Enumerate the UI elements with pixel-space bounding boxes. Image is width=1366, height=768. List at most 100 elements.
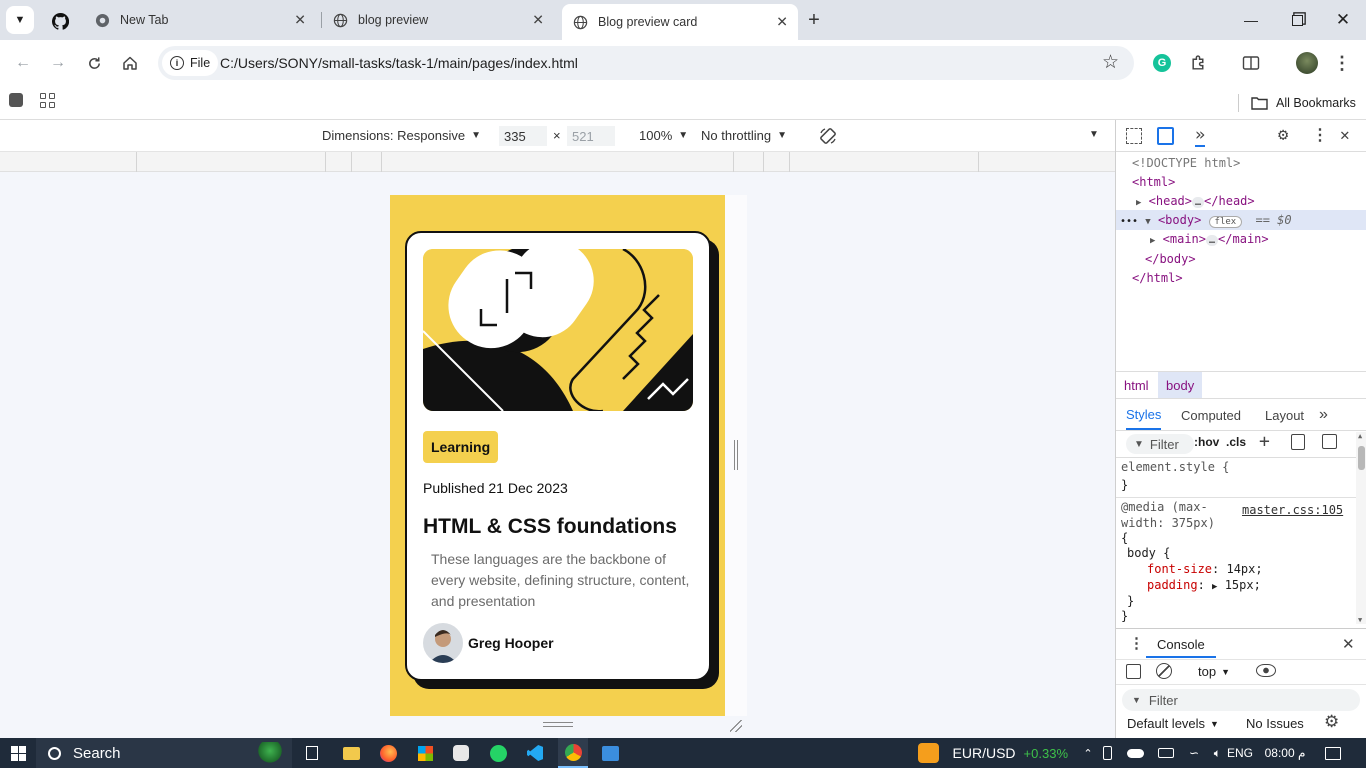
add-rule-icon[interactable]: + xyxy=(1259,431,1270,452)
tray-icons[interactable]: ∽ 🔈︎ xyxy=(1103,738,1221,768)
css-selector-body[interactable]: body { xyxy=(1127,546,1170,560)
profile-button[interactable] xyxy=(1292,48,1322,78)
restore-button[interactable] xyxy=(1274,0,1320,40)
dom-head-node[interactable]: ▶ <head>… </head> xyxy=(1136,194,1255,208)
tab-search-button[interactable]: ▼ xyxy=(6,6,34,34)
site-info-chip[interactable]: i File xyxy=(162,50,219,76)
sidebar-toggle-icon[interactable] xyxy=(1322,434,1337,449)
address-bar[interactable]: i File C:/Users/SONY/small-tasks/task-1/… xyxy=(158,46,1134,80)
device-more-options-icon[interactable]: ▼ xyxy=(1089,129,1099,140)
tab-styles[interactable]: Styles xyxy=(1126,400,1162,430)
scrollbar-thumb[interactable] xyxy=(1358,446,1365,470)
log-levels-select[interactable]: Default levels ▼ xyxy=(1127,716,1219,731)
show-hidden-icons-button[interactable]: ⌃ xyxy=(1078,738,1098,768)
collapse-triangle-icon[interactable]: ▼ xyxy=(1145,217,1150,227)
breadcrumb-body[interactable]: body xyxy=(1158,372,1203,398)
reload-button[interactable] xyxy=(79,48,109,78)
menu-button[interactable]: ⋮ xyxy=(1327,48,1357,78)
cls-toggle[interactable]: .cls xyxy=(1226,435,1246,449)
dom-html-close[interactable]: </html> xyxy=(1132,271,1183,285)
close-drawer-icon[interactable]: ✕ xyxy=(1342,635,1355,653)
dom-html-open[interactable]: <html> xyxy=(1132,175,1175,189)
ruler-mark[interactable] xyxy=(325,152,326,172)
styles-filter-input[interactable]: ▼ Filter xyxy=(1126,434,1194,454)
device-toggle-icon[interactable] xyxy=(1157,127,1174,145)
expand-triangle-icon[interactable]: ▶ xyxy=(1212,582,1217,592)
tab-layout[interactable]: Layout xyxy=(1265,400,1304,430)
node-actions-icon[interactable]: ••• xyxy=(1120,216,1138,227)
height-resize-handle[interactable] xyxy=(543,722,573,727)
notifications-button[interactable] xyxy=(1318,738,1348,768)
ruler-mark[interactable] xyxy=(136,152,137,172)
clock[interactable]: 08:00 م xyxy=(1260,738,1310,768)
card-title[interactable]: HTML & CSS foundations xyxy=(423,515,677,539)
paint-brush-icon[interactable] xyxy=(1291,434,1305,450)
weather-ticker-widget[interactable]: EUR/USD +0.33% xyxy=(918,738,1068,768)
clear-console-icon[interactable] xyxy=(1156,663,1172,679)
dimensions-select[interactable]: Dimensions: Responsive ▼ xyxy=(322,128,481,143)
context-select[interactable]: top ▼ xyxy=(1198,664,1230,679)
tab-computed[interactable]: Computed xyxy=(1181,400,1241,430)
gear-icon[interactable]: ⚙ xyxy=(1278,125,1288,145)
tab-new-tab[interactable]: New Tab ✕ xyxy=(84,4,316,36)
source-link[interactable]: master.css:105 xyxy=(1242,503,1343,517)
github-pinned-tab[interactable] xyxy=(46,8,74,34)
dom-main-node[interactable]: ▶ <main>… </main> xyxy=(1150,232,1269,246)
ruler-mark[interactable] xyxy=(381,152,382,172)
bookmark-star-icon[interactable]: ☆ xyxy=(1102,51,1119,74)
expand-triangle-icon[interactable]: ▶ xyxy=(1150,236,1155,246)
ruler-mark[interactable] xyxy=(978,152,979,172)
corner-resize-handle[interactable] xyxy=(730,720,742,732)
zoom-select[interactable]: 100% ▼ xyxy=(639,128,688,143)
chrome-taskbar-button[interactable] xyxy=(558,738,588,768)
language-indicator[interactable]: ENG xyxy=(1224,738,1256,768)
breadcrumb-html[interactable]: html xyxy=(1116,372,1157,398)
ruler-mark[interactable] xyxy=(733,152,734,172)
more-panels-icon[interactable]: » xyxy=(1319,400,1328,430)
microsoft-store-button[interactable] xyxy=(412,738,438,768)
apps-grid-icon[interactable] xyxy=(40,93,55,108)
task-view-button[interactable] xyxy=(298,738,326,768)
console-settings-icon[interactable]: ⚙ xyxy=(1324,712,1339,732)
extension-grammarly-button[interactable]: G xyxy=(1147,48,1177,78)
file-explorer-button[interactable] xyxy=(338,738,364,768)
ruler-mark[interactable] xyxy=(789,152,790,172)
inspect-element-icon[interactable] xyxy=(1126,128,1142,144)
ruler-mark[interactable] xyxy=(351,152,352,172)
close-devtools-icon[interactable]: ✕ xyxy=(1340,125,1350,144)
new-tab-button[interactable]: + xyxy=(802,8,826,32)
dom-body-close[interactable]: </body> xyxy=(1145,252,1196,266)
close-tab-icon[interactable]: ✕ xyxy=(294,12,306,29)
dom-body-node[interactable]: ••• ▼ <body> flex == $0 xyxy=(1120,213,1292,228)
throttling-select[interactable]: No throttling ▼ xyxy=(701,128,787,143)
vscode-button[interactable] xyxy=(522,738,548,768)
home-button[interactable] xyxy=(115,48,145,78)
all-bookmarks-button[interactable]: All Bookmarks xyxy=(1251,92,1356,114)
collapsed-ellipsis[interactable]: … xyxy=(1206,235,1219,246)
reading-list-button[interactable] xyxy=(1236,48,1266,78)
viewport-height-input[interactable]: 521 xyxy=(567,126,615,146)
viewport-width-input[interactable]: 335 xyxy=(499,126,547,146)
whatsapp-button[interactable] xyxy=(485,738,511,768)
sidebar-show-icon[interactable] xyxy=(1126,664,1141,679)
hov-toggle[interactable]: :hov xyxy=(1194,435,1219,449)
more-tabs-icon[interactable]: » xyxy=(1195,125,1206,147)
scroll-up-arrow-icon[interactable]: ▲ xyxy=(1358,432,1362,440)
collapsed-ellipsis[interactable]: … xyxy=(1192,197,1205,208)
rotate-button[interactable] xyxy=(817,125,839,147)
width-resize-handle[interactable] xyxy=(734,440,738,470)
eye-icon[interactable] xyxy=(1256,664,1276,677)
start-button[interactable] xyxy=(0,738,36,768)
close-tab-icon[interactable]: ✕ xyxy=(776,14,788,31)
console-filter-input[interactable]: ▼ Filter xyxy=(1122,689,1360,711)
extensions-button[interactable] xyxy=(1183,48,1213,78)
tab-blog-preview-card[interactable]: Blog preview card ✕ xyxy=(562,4,798,40)
tab-blog-preview[interactable]: blog preview ✕ xyxy=(322,4,554,36)
forward-button[interactable]: → xyxy=(43,48,73,78)
app-button[interactable] xyxy=(448,738,474,768)
scroll-down-arrow-icon[interactable]: ▼ xyxy=(1358,616,1362,624)
close-tab-icon[interactable]: ✕ xyxy=(532,12,544,29)
css-property-font-size[interactable]: font-size: 14px; xyxy=(1147,562,1263,576)
drawer-menu-icon[interactable]: ⋮ xyxy=(1129,634,1144,652)
taskbar-search[interactable]: Search xyxy=(36,738,292,768)
